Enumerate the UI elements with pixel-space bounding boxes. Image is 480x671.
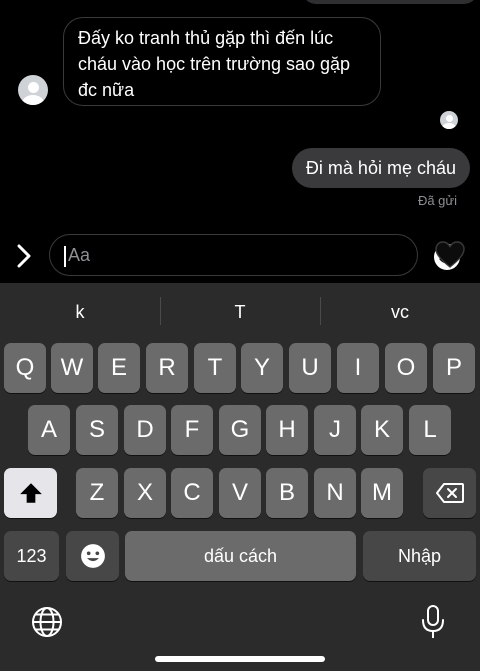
suggestion-item[interactable]: k — [0, 283, 160, 341]
key-x[interactable]: X — [124, 468, 166, 518]
key-e[interactable]: E — [98, 343, 140, 393]
key-q[interactable]: Q — [4, 343, 46, 393]
key-d[interactable]: D — [124, 405, 166, 455]
previous-message-bubble — [302, 0, 478, 4]
heart-icon[interactable] — [434, 239, 466, 271]
key-b[interactable]: B — [266, 468, 308, 518]
seen-avatar — [440, 111, 458, 129]
incoming-message-bubble[interactable]: Đấy ko tranh thủ gặp thì đến lúc cháu và… — [63, 17, 381, 106]
suggestion-item[interactable]: vc — [320, 283, 480, 341]
message-composer: Aa — [0, 232, 480, 280]
incoming-message-text: Đấy ko tranh thủ gặp thì đến lúc cháu và… — [78, 28, 351, 100]
text-caret — [64, 246, 66, 267]
shift-icon — [19, 483, 42, 503]
key-m[interactable]: M — [361, 468, 403, 518]
key-v[interactable]: V — [219, 468, 261, 518]
key-o[interactable]: O — [385, 343, 427, 393]
message-input[interactable]: Aa — [49, 234, 460, 276]
backspace-key[interactable] — [423, 468, 476, 518]
microphone-icon[interactable] — [420, 605, 446, 639]
key-y[interactable]: Y — [241, 343, 283, 393]
return-key[interactable]: Nhập — [363, 531, 476, 581]
contact-avatar[interactable] — [18, 75, 48, 105]
key-s[interactable]: S — [76, 405, 118, 455]
suggestion-item[interactable]: T — [160, 283, 320, 341]
outgoing-message-text: Đi mà hỏi mẹ cháu — [305, 158, 456, 178]
key-i[interactable]: I — [337, 343, 379, 393]
key-w[interactable]: W — [51, 343, 93, 393]
emoji-icon — [80, 544, 105, 568]
key-k[interactable]: K — [361, 405, 403, 455]
key-t[interactable]: T — [194, 343, 236, 393]
keyboard: k T vc Q W E R T Y U I O P A S D F G H J… — [0, 283, 480, 671]
outgoing-message-bubble[interactable]: Đi mà hỏi mẹ cháu — [291, 148, 470, 188]
key-n[interactable]: N — [314, 468, 356, 518]
home-indicator[interactable] — [155, 656, 325, 662]
chevron-right-icon[interactable] — [10, 242, 38, 270]
emoji-key[interactable] — [66, 531, 119, 581]
key-h[interactable]: H — [266, 405, 308, 455]
key-l[interactable]: L — [409, 405, 451, 455]
key-a[interactable]: A — [28, 405, 70, 455]
message-status: Đã gửi — [417, 193, 457, 208]
suggestion-bar: k T vc — [0, 283, 480, 341]
space-key[interactable]: dấu cách — [125, 531, 356, 581]
key-u[interactable]: U — [289, 343, 331, 393]
key-f[interactable]: F — [171, 405, 213, 455]
shift-key[interactable] — [4, 468, 57, 518]
key-r[interactable]: R — [146, 343, 188, 393]
key-z[interactable]: Z — [76, 468, 118, 518]
backspace-icon — [435, 483, 464, 503]
key-c[interactable]: C — [171, 468, 213, 518]
key-p[interactable]: P — [433, 343, 475, 393]
message-input-placeholder: Aa — [68, 245, 91, 265]
numbers-key[interactable]: 123 — [4, 531, 59, 581]
globe-icon[interactable] — [30, 605, 64, 639]
key-g[interactable]: G — [219, 405, 261, 455]
key-j[interactable]: J — [314, 405, 356, 455]
